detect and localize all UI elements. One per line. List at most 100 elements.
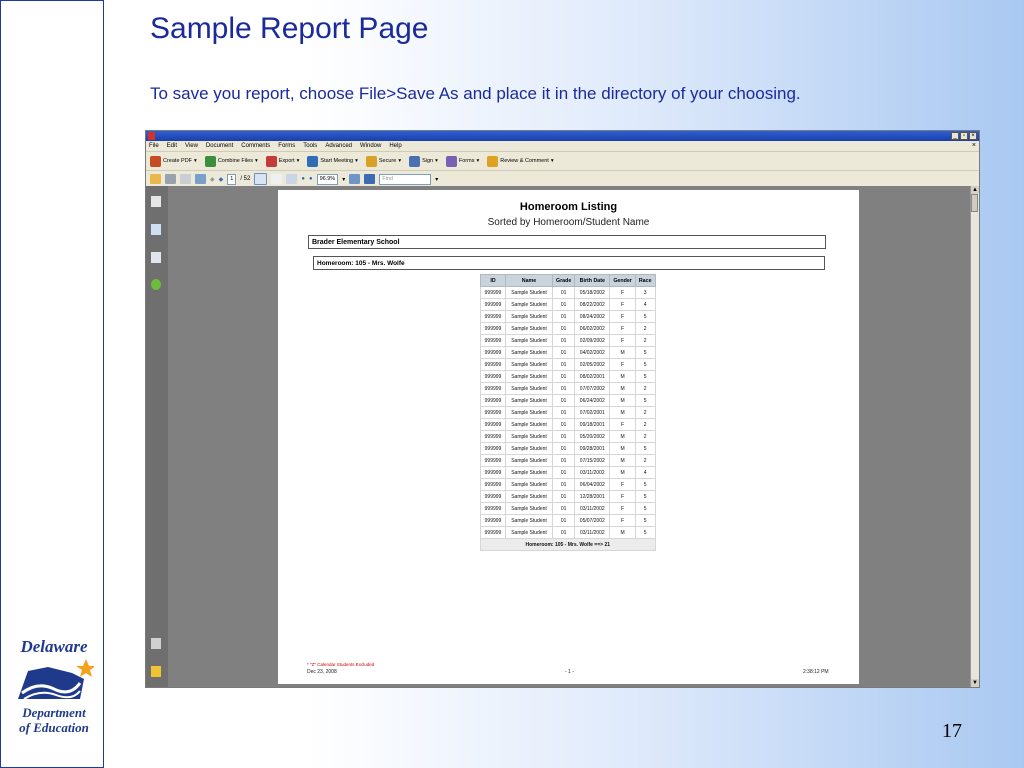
scroll-thumb[interactable] — [971, 194, 978, 212]
menu-advanced[interactable]: Advanced — [325, 141, 352, 151]
table-row: 999999 Sample Student 01 05/07/2002 F 5 — [480, 514, 656, 527]
find-dropdown-icon[interactable]: ▾ — [435, 176, 438, 183]
close-button[interactable]: × — [969, 132, 977, 140]
find-input[interactable]: Find — [379, 173, 432, 185]
cell-birth-date: 08/24/2002 — [574, 310, 611, 323]
cell-grade: 01 — [551, 382, 576, 395]
restore-button[interactable]: ▫ — [960, 132, 968, 140]
table-row: 999999 Sample Student 01 12/28/2001 F 5 — [480, 490, 656, 503]
cell-name: Sample Student — [505, 322, 553, 335]
comments-panel-icon[interactable] — [151, 666, 161, 677]
menu-window[interactable]: Window — [360, 141, 381, 151]
create-pdf-button[interactable]: Create PDF ▾ — [150, 155, 197, 167]
single-page-view-icon[interactable] — [349, 174, 361, 184]
export-button[interactable]: Export ▾ — [265, 155, 299, 167]
menu-document[interactable]: Document — [206, 141, 233, 151]
cell-grade: 01 — [551, 394, 576, 407]
pdf-page: Homeroom Listing Sorted by Homeroom/Stud… — [278, 190, 859, 684]
menu-forms[interactable]: Forms — [278, 141, 295, 151]
cell-race: 2 — [634, 322, 656, 335]
menu-help[interactable]: Help — [389, 141, 401, 151]
column-header-id: ID — [480, 274, 506, 287]
start-meeting-button[interactable]: Start Meeting ▾ — [307, 155, 358, 167]
cell-birth-date: 07/07/2002 — [574, 382, 611, 395]
fit-page-icon[interactable] — [364, 174, 376, 184]
cell-grade: 01 — [551, 370, 576, 383]
menu-tools[interactable]: Tools — [303, 141, 317, 151]
cell-gender: M — [609, 430, 636, 443]
zoom-level-field[interactable]: 96.9% — [316, 173, 339, 185]
forms-button[interactable]: Forms ▾ — [445, 155, 479, 167]
combine-files-button[interactable]: Combine Files ▾ — [204, 155, 258, 167]
print-icon[interactable] — [165, 174, 176, 184]
cell-race: 5 — [634, 310, 656, 323]
bookmarks-panel-icon[interactable] — [151, 224, 161, 235]
cell-birth-date: 05/07/2002 — [574, 514, 611, 527]
column-header-race: Race — [634, 274, 656, 287]
report-time: 2:38:12 PM — [803, 669, 829, 675]
cell-id: 999999 — [480, 418, 506, 431]
vertical-scrollbar[interactable]: ▲ ▼ — [970, 186, 979, 687]
report-footnote: * "Z" Calendar Students Excluded — [307, 662, 375, 667]
zoom-dropdown-icon[interactable]: ▾ — [342, 176, 345, 183]
cell-grade: 01 — [551, 310, 576, 323]
menu-comments[interactable]: Comments — [241, 141, 270, 151]
cell-race: 2 — [634, 382, 656, 395]
cell-id: 999999 — [480, 478, 506, 491]
cell-id: 999999 — [480, 502, 506, 515]
page-number-input[interactable]: 1 — [227, 173, 237, 185]
cell-race: 3 — [634, 286, 656, 299]
cell-birth-date: 06/02/2002 — [574, 322, 611, 335]
table-row: 999999 Sample Student 01 07/07/2002 M 2 — [480, 382, 656, 395]
review-comment-button[interactable]: Review & Comment ▾ — [487, 155, 554, 167]
cell-id: 999999 — [480, 514, 506, 527]
zoom-tool-icon[interactable] — [286, 174, 298, 184]
homeroom-total: Homeroom: 105 - Mrs. Wolfe ==> 21 — [480, 538, 656, 551]
cell-race: 4 — [634, 466, 656, 479]
column-header-birth-date: Birth Date — [574, 274, 611, 287]
select-tool-icon[interactable] — [254, 173, 268, 185]
table-row: 999999 Sample Student 01 07/15/2002 M 2 — [480, 454, 656, 467]
cell-race: 4 — [634, 298, 656, 311]
cell-birth-date: 02/05/2002 — [574, 358, 611, 371]
cell-race: 2 — [634, 454, 656, 467]
signatures-panel-icon[interactable] — [151, 252, 161, 263]
cell-id: 999999 — [480, 526, 506, 539]
document-close-button[interactable]: × — [972, 141, 976, 151]
email-icon[interactable] — [195, 174, 206, 184]
window-titlebar[interactable]: _ ▫ × — [146, 131, 979, 141]
cell-name: Sample Student — [505, 394, 553, 407]
table-row: 999999 Sample Student 01 05/18/2002 F 3 — [480, 286, 656, 299]
cell-gender: F — [609, 514, 636, 527]
help-icon[interactable] — [151, 279, 161, 290]
cell-gender: M — [609, 406, 636, 419]
previous-page-icon[interactable]: ◆ — [210, 176, 215, 183]
cell-grade: 01 — [551, 526, 576, 539]
next-page-icon[interactable]: ◆ — [219, 176, 224, 183]
scroll-down-icon[interactable]: ▼ — [971, 679, 979, 687]
tasks-toolbar: Create PDF ▾ Combine Files ▾ Export ▾ St… — [146, 152, 979, 171]
sign-button[interactable]: Sign ▾ — [409, 155, 438, 167]
pages-panel-icon[interactable] — [151, 196, 161, 207]
cell-grade: 01 — [551, 298, 576, 311]
cell-gender: M — [609, 526, 636, 539]
hand-tool-icon[interactable] — [271, 174, 283, 184]
scroll-up-icon[interactable]: ▲ — [971, 186, 979, 194]
delaware-doe-logo: Delaware Department of Education — [9, 637, 99, 747]
zoom-out-icon[interactable]: ● — [301, 176, 305, 182]
menu-edit[interactable]: Edit — [167, 141, 177, 151]
minimize-button[interactable]: _ — [951, 132, 959, 140]
secure-button[interactable]: Secure ▾ — [365, 155, 401, 167]
open-folder-icon[interactable] — [150, 174, 161, 184]
cell-id: 999999 — [480, 310, 506, 323]
menu-view[interactable]: View — [185, 141, 198, 151]
cell-gender: F — [609, 358, 636, 371]
attachments-paperclip-icon[interactable] — [151, 638, 161, 649]
table-row: 999999 Sample Student 01 06/02/2002 F 2 — [480, 322, 656, 335]
cell-birth-date: 08/02/2001 — [574, 370, 611, 383]
secure-lock-icon — [365, 155, 377, 167]
zoom-in-icon[interactable]: ● — [309, 176, 313, 182]
save-icon[interactable] — [180, 174, 191, 184]
menu-file[interactable]: File — [149, 141, 159, 151]
sign-pen-icon — [409, 155, 421, 167]
